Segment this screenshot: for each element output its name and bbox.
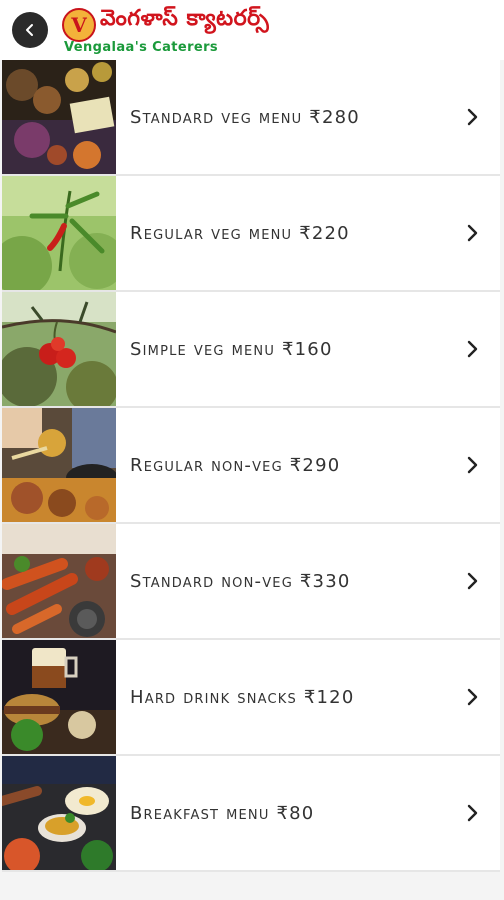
green-chilli-photo [2,176,116,290]
menu-item-label: Hard drink snacks ₹120 [130,686,355,708]
non-veg-feast-photo [2,408,116,522]
menu-item-label: Regular non-veg ₹290 [130,454,341,476]
logo-english-text: Vengalaa's Caterers [64,40,219,55]
chevron-right-icon [467,108,478,126]
chevron-left-icon [26,24,33,36]
back-button[interactable] [12,12,48,48]
app-screen: V వెంగళాస్ క్యాటరర్స్ Vengalaa's Caterer… [0,0,504,900]
menu-item-simple-veg[interactable]: Simple veg menu ₹160 [2,292,500,408]
menu-list: Standard veg menu ₹280 Regular veg menu … [2,60,500,872]
logo-emblem: V [62,8,96,42]
menu-item-label: Breakfast menu ₹80 [130,802,315,824]
drink-and-snack-photo [2,640,116,754]
chevron-right-icon [467,688,478,706]
tomato-plant-photo [2,292,116,406]
chevron-right-icon [467,572,478,590]
menu-item-regular-non-veg[interactable]: Regular non-veg ₹290 [2,408,500,524]
breakfast-spread-photo [2,756,116,870]
logo-telugu-text: వెంగళాస్ క్యాటరర్స్ [100,6,270,31]
chevron-right-icon [467,224,478,242]
menu-item-label: Standard non-veg ₹330 [130,570,351,592]
menu-item-label: Regular veg menu ₹220 [130,222,350,244]
menu-item-standard-non-veg[interactable]: Standard non-veg ₹330 [2,524,500,640]
menu-item-standard-veg[interactable]: Standard veg menu ₹280 [2,60,500,176]
header-bar: V వెంగళాస్ క్యాటరర్స్ Vengalaa's Caterer… [0,0,504,60]
menu-item-label: Simple veg menu ₹160 [130,338,333,360]
menu-item-regular-veg[interactable]: Regular veg menu ₹220 [2,176,500,292]
chevron-right-icon [467,340,478,358]
fried-chicken-photo [2,524,116,638]
brand-logo: V వెంగళాస్ క్యాటరర్స్ Vengalaa's Caterer… [62,6,272,56]
chevron-right-icon [467,456,478,474]
menu-item-hard-drink-snacks[interactable]: Hard drink snacks ₹120 [2,640,500,756]
menu-item-breakfast[interactable]: Breakfast menu ₹80 [2,756,500,872]
veg-platter-photo [2,60,116,174]
chevron-right-icon [467,804,478,822]
menu-item-label: Standard veg menu ₹280 [130,106,360,128]
